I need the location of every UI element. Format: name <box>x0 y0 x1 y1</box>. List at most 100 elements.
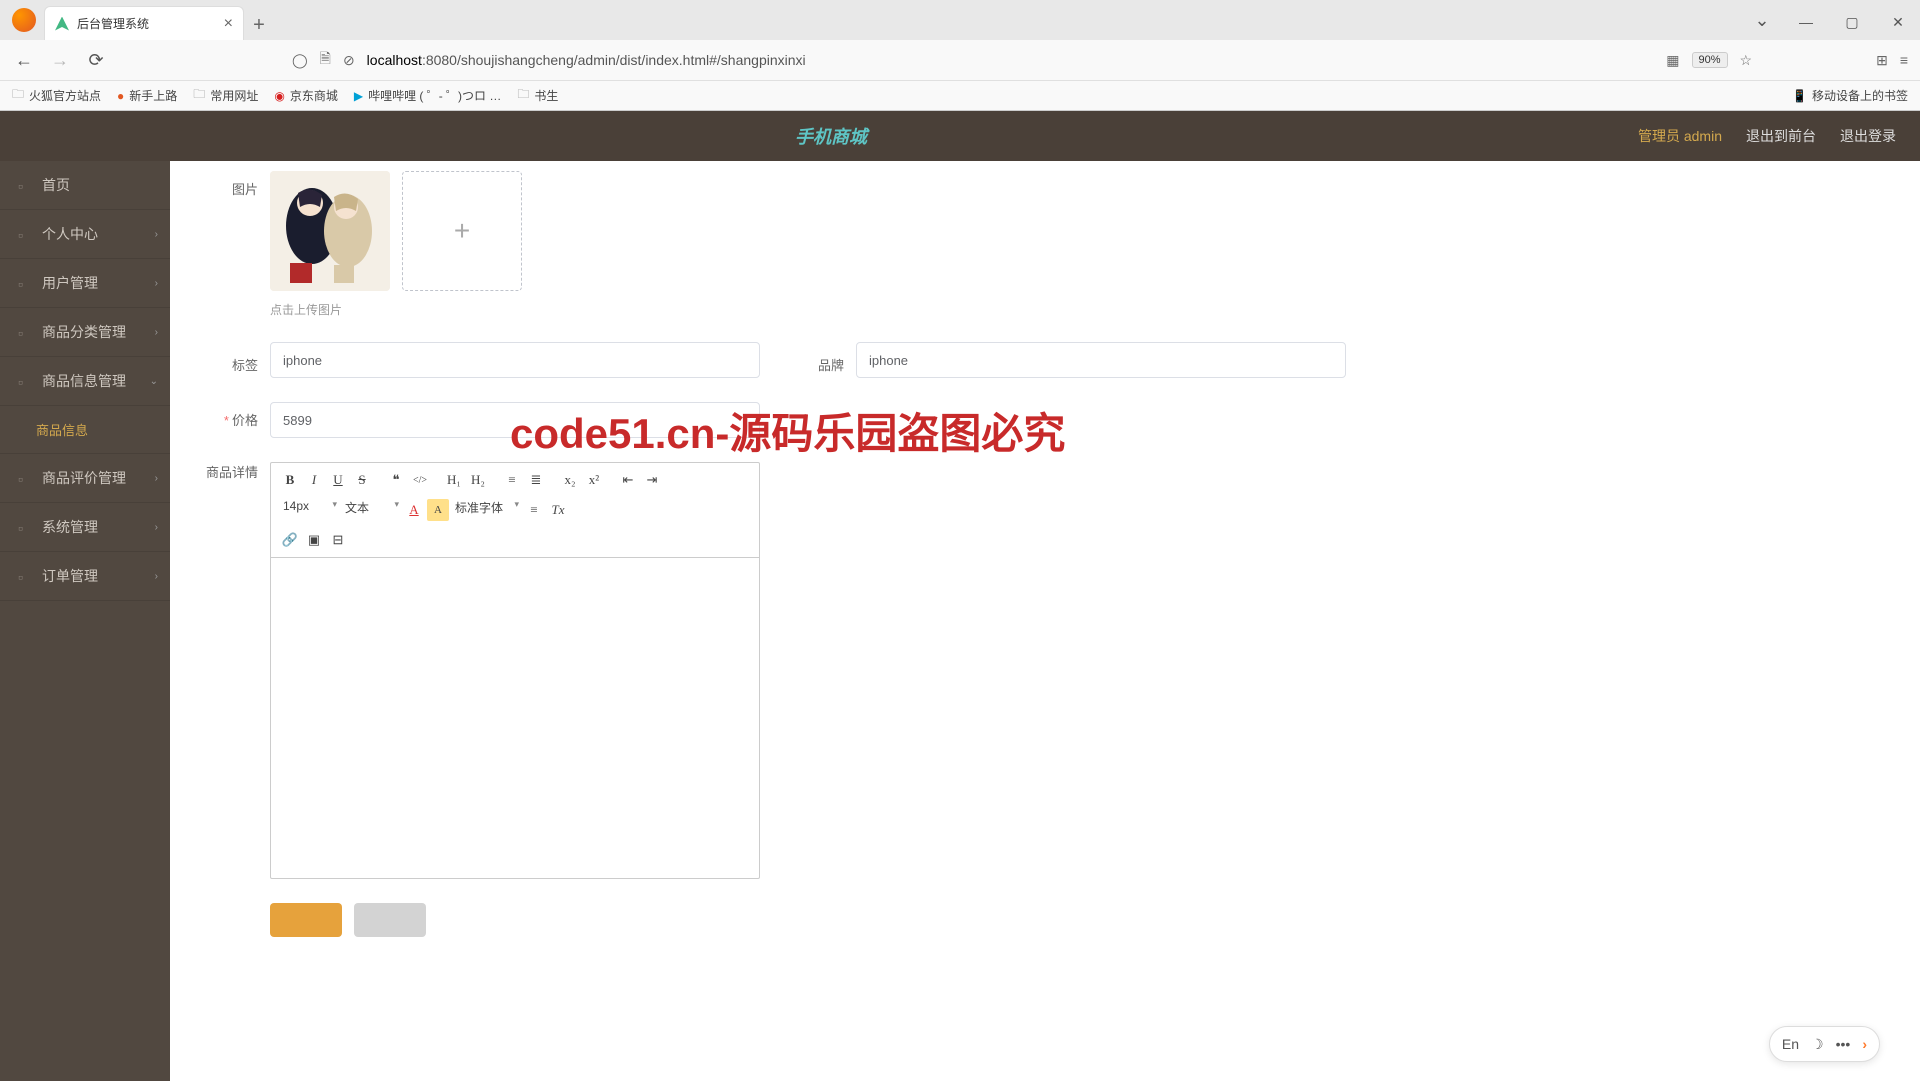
sidebar-item[interactable]: ▫用户管理› <box>0 259 170 308</box>
cancel-button[interactable] <box>354 903 426 937</box>
underline-button[interactable]: U <box>327 469 349 491</box>
upload-add-button[interactable]: + <box>402 171 522 291</box>
ime-toolbar[interactable]: En ☽ ••• › <box>1769 1026 1880 1062</box>
sidebar-item[interactable]: ▫商品信息管理⌄ <box>0 357 170 406</box>
code-button[interactable]: </> <box>409 469 431 491</box>
front-link[interactable]: 退出到前台 <box>1746 126 1816 146</box>
tag-input[interactable] <box>270 342 760 378</box>
qr-icon[interactable]: ▦ <box>1666 52 1679 69</box>
strike-button[interactable]: S <box>351 469 373 491</box>
sidebar-item[interactable]: ▫首页 <box>0 161 170 210</box>
bookmark-item[interactable]: ▶哔哩哔哩 ( ゜- ゜)つロ … <box>354 87 502 104</box>
page-info-icon[interactable]: 🗎 <box>320 48 331 72</box>
firefox-icon <box>12 8 36 32</box>
moon-icon[interactable]: ☽ <box>1811 1036 1824 1053</box>
sidebar-item[interactable]: ▫订单管理› <box>0 552 170 601</box>
dropdown-icon[interactable]: ⌄ <box>1750 8 1774 32</box>
forward-button[interactable]: → <box>48 48 72 72</box>
italic-button[interactable]: I <box>303 469 325 491</box>
h1-button[interactable]: H₁ <box>443 469 465 491</box>
new-tab-button[interactable]: + <box>244 10 274 40</box>
ordered-list-button[interactable]: ≡ <box>501 469 523 491</box>
tag-brand-row: 标签 品牌 <box>200 342 1890 378</box>
ime-more[interactable]: ••• <box>1836 1036 1851 1052</box>
submit-button[interactable] <box>270 903 342 937</box>
sidebar-item[interactable]: ▫商品评价管理› <box>0 454 170 503</box>
browser-tab[interactable]: 后台管理系统 × <box>44 6 244 40</box>
bookmark-item[interactable]: 🗀常用网址 <box>193 85 258 106</box>
sidebar-subitem[interactable]: 商品信息 <box>0 406 170 454</box>
extension-icon[interactable]: ⊞ <box>1876 52 1888 69</box>
bookmark-item[interactable]: ◉京东商城 <box>274 87 338 104</box>
font-family-select[interactable]: 标准字体 <box>451 499 521 521</box>
image-button[interactable]: ▣ <box>303 529 325 551</box>
price-input[interactable] <box>270 402 760 438</box>
maximize-button[interactable]: ▢ <box>1838 8 1866 36</box>
chevron-icon: ⌄ <box>150 376 158 387</box>
editor-toolbar: B I U S ❝ </> H₁ H₂ ≡ ≣ x₂ <box>271 463 759 558</box>
address-bar: ← → ⟳ ◯ 🗎 ⊘ localhost:8080/shoujishangch… <box>0 40 1920 80</box>
font-size-select[interactable]: 14px <box>279 499 339 521</box>
video-button[interactable]: ⊟ <box>327 529 349 551</box>
image-label: 图片 <box>200 171 270 198</box>
block-format-select[interactable]: 文本 <box>341 499 401 521</box>
menu-icon: ▫ <box>18 520 32 534</box>
bookmark-item[interactable]: 🗀火狐官方站点 <box>12 85 101 106</box>
editor-content[interactable] <box>271 558 759 878</box>
sidebar-item[interactable]: ▫个人中心› <box>0 210 170 259</box>
tag-label: 标签 <box>200 347 270 374</box>
clear-format-button[interactable]: Tx <box>547 499 569 521</box>
link-button[interactable]: 🔗 <box>279 529 301 551</box>
unordered-list-button[interactable]: ≣ <box>525 469 547 491</box>
logout-link[interactable]: 退出登录 <box>1840 126 1896 146</box>
align-button[interactable]: ≡ <box>523 499 545 521</box>
ime-lang[interactable]: En <box>1782 1036 1799 1052</box>
window-controls: ⌄ — ▢ ✕ <box>1750 8 1912 36</box>
sidebar-label: 商品信息 <box>36 420 88 439</box>
header-links: 管理员 admin 退出到前台 退出登录 <box>1638 126 1896 146</box>
sidebar-item[interactable]: ▫系统管理› <box>0 503 170 552</box>
subscript-button[interactable]: x₂ <box>559 469 581 491</box>
admin-link[interactable]: 管理员 admin <box>1638 126 1722 146</box>
browser-chrome: 后台管理系统 × + ← → ⟳ ◯ 🗎 ⊘ localhost:8080/sh… <box>0 0 1920 111</box>
text-color-button[interactable]: A <box>403 499 425 521</box>
zoom-level[interactable]: 90% <box>1692 52 1728 68</box>
reload-button[interactable]: ⟳ <box>84 48 108 72</box>
outdent-button[interactable]: ⇤ <box>617 469 639 491</box>
anime-girls-illustration <box>270 171 390 291</box>
app-title: 手机商城 <box>24 123 1638 149</box>
shield-icon[interactable]: ◯ <box>292 52 308 69</box>
vue-favicon <box>55 17 69 31</box>
url-text[interactable]: localhost:8080/shoujishangcheng/admin/di… <box>367 52 1655 68</box>
superscript-button[interactable]: x² <box>583 469 605 491</box>
close-window-button[interactable]: ✕ <box>1884 8 1912 36</box>
price-label: *价格 <box>200 402 270 429</box>
minimize-button[interactable]: — <box>1792 8 1820 36</box>
quote-button[interactable]: ❝ <box>385 469 407 491</box>
bookmark-star-icon[interactable]: ☆ <box>1740 52 1753 69</box>
brand-input[interactable] <box>856 342 1346 378</box>
sidebar-item[interactable]: ▫商品分类管理› <box>0 308 170 357</box>
h2-button[interactable]: H₂ <box>467 469 489 491</box>
bg-color-button[interactable]: A <box>427 499 449 521</box>
indent-button[interactable]: ⇥ <box>641 469 663 491</box>
uploaded-image-thumb[interactable] <box>270 171 390 291</box>
tab-bar: 后台管理系统 × + <box>0 0 1920 40</box>
price-row: *价格 <box>200 402 1890 438</box>
ime-arrow[interactable]: › <box>1862 1036 1867 1052</box>
menu-icon[interactable]: ≡ <box>1900 52 1908 68</box>
sidebar-label: 首页 <box>42 175 70 195</box>
mobile-bookmarks[interactable]: 📱移动设备上的书签 <box>1792 87 1908 104</box>
sidebar: ▫首页▫个人中心›▫用户管理›▫商品分类管理› ▫ 商品信息管理 ⌄ 商品信息 ▫商品评价… <box>0 161 170 1081</box>
brand-label: 品牌 <box>800 347 856 374</box>
bookmark-item[interactable]: 🗀书生 <box>517 85 558 106</box>
sidebar-label: 商品分类管理 <box>42 322 126 342</box>
detail-row: 商品详情 B I U S ❝ </> H₁ H₂ ≡ <box>200 462 1890 879</box>
bookmark-item[interactable]: ●新手上路 <box>117 87 177 104</box>
back-button[interactable]: ← <box>12 48 36 72</box>
bold-button[interactable]: B <box>279 469 301 491</box>
chevron-icon: › <box>155 522 158 533</box>
sidebar-label: 商品信息管理 <box>42 371 126 391</box>
sidebar-label: 用户管理 <box>42 273 98 293</box>
tab-close-button[interactable]: × <box>224 15 233 33</box>
